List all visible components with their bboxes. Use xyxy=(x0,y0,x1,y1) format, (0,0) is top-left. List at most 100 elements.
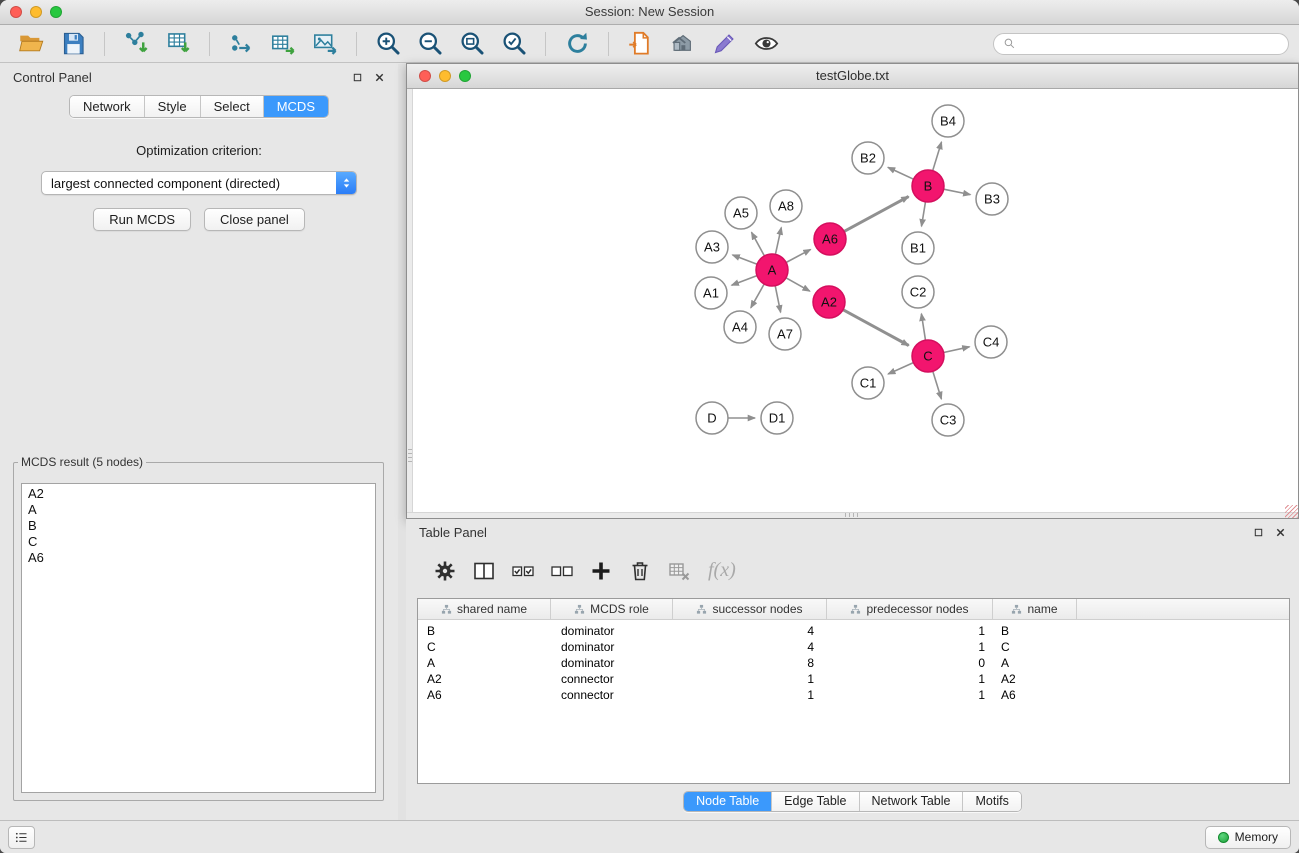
graph-edge-A-A3[interactable] xyxy=(733,255,758,264)
tab-network[interactable]: Network xyxy=(70,96,145,117)
tab-style[interactable]: Style xyxy=(145,96,201,117)
table-row[interactable]: Cdominator41C xyxy=(418,639,1289,655)
tab-motifs[interactable]: Motifs xyxy=(963,792,1020,811)
graph-edge-C-C2[interactable] xyxy=(921,314,925,341)
zoom-out-icon[interactable] xyxy=(414,29,446,59)
column-header-name[interactable]: name xyxy=(993,599,1077,619)
export-network-icon[interactable] xyxy=(225,29,257,59)
add-column-icon[interactable] xyxy=(586,556,616,586)
resize-grip-left[interactable] xyxy=(408,449,412,465)
graph-node-A2[interactable]: A2 xyxy=(813,286,845,318)
graph-edge-A-A6[interactable] xyxy=(786,249,811,262)
zoom-selected-icon[interactable] xyxy=(498,29,530,59)
mcds-result-list[interactable]: A2ABCA6 xyxy=(21,483,376,793)
tab-select[interactable]: Select xyxy=(201,96,264,117)
delete-column-icon[interactable] xyxy=(625,556,655,586)
graph-node-A4[interactable]: A4 xyxy=(724,311,756,343)
graph-node-D[interactable]: D xyxy=(696,402,728,434)
column-header-predecessor-nodes[interactable]: predecessor nodes xyxy=(827,599,993,619)
control-panel-float-icon[interactable] xyxy=(352,72,363,83)
graph-edge-B-B1[interactable] xyxy=(922,202,926,227)
graph-edge-C-C1[interactable] xyxy=(888,363,913,374)
import-table-icon[interactable] xyxy=(162,29,194,59)
column-header-mcds-role[interactable]: MCDS role xyxy=(551,599,673,619)
graph-edge-A-A4[interactable] xyxy=(751,284,764,308)
graph-node-C1[interactable]: C1 xyxy=(852,367,884,399)
graph-node-A7[interactable]: A7 xyxy=(769,318,801,350)
graph-edge-B-B4[interactable] xyxy=(933,142,942,171)
save-icon[interactable] xyxy=(57,29,89,59)
network-canvas[interactable]: B4B2BB3A5A8A6B1A3AC2A1A2A4A7C4CC1C3DD1 xyxy=(407,89,1298,518)
open-folder-icon[interactable] xyxy=(15,29,47,59)
zoom-fit-icon[interactable] xyxy=(456,29,488,59)
table-row[interactable]: A2connector11A2 xyxy=(418,671,1289,687)
graph-edge-B-B2[interactable] xyxy=(888,167,914,179)
home-icon[interactable] xyxy=(666,29,698,59)
table-panel-float-icon[interactable] xyxy=(1253,527,1264,538)
tab-node-table[interactable]: Node Table xyxy=(684,792,772,811)
table-row[interactable]: Adominator80A xyxy=(418,655,1289,671)
result-item[interactable]: C xyxy=(22,534,375,550)
window-minimize-button[interactable] xyxy=(30,6,42,18)
memory-button[interactable]: Memory xyxy=(1205,826,1291,849)
graph-edge-A-A7[interactable] xyxy=(775,286,780,313)
result-item[interactable]: B xyxy=(22,518,375,534)
deselect-all-checks-icon[interactable] xyxy=(547,556,577,586)
graph-node-B4[interactable]: B4 xyxy=(932,105,964,137)
search-box[interactable] xyxy=(993,33,1289,55)
tab-mcds[interactable]: MCDS xyxy=(264,96,328,117)
zoom-in-icon[interactable] xyxy=(372,29,404,59)
select-all-checks-icon[interactable] xyxy=(508,556,538,586)
graph-node-C2[interactable]: C2 xyxy=(902,276,934,308)
graph-node-A1[interactable]: A1 xyxy=(695,277,727,309)
result-item[interactable]: A xyxy=(22,502,375,518)
table-row[interactable]: Bdominator41B xyxy=(418,623,1289,639)
graph-edge-A2-C[interactable] xyxy=(843,310,909,346)
window-close-button[interactable] xyxy=(10,6,22,18)
network-window-zoom-button[interactable] xyxy=(459,70,471,82)
graph-node-A[interactable]: A xyxy=(756,254,788,286)
graph-node-A3[interactable]: A3 xyxy=(696,231,728,263)
import-network-icon[interactable] xyxy=(120,29,152,59)
resize-grip-bottom[interactable] xyxy=(845,513,861,517)
graph-node-A5[interactable]: A5 xyxy=(725,197,757,229)
network-window-minimize-button[interactable] xyxy=(439,70,451,82)
graph-edge-C-C3[interactable] xyxy=(933,371,942,399)
network-graph[interactable]: B4B2BB3A5A8A6B1A3AC2A1A2A4A7C4CC1C3DD1 xyxy=(407,89,1298,518)
result-item[interactable]: A2 xyxy=(22,486,375,502)
export-image-icon[interactable] xyxy=(309,29,341,59)
graph-node-B1[interactable]: B1 xyxy=(902,232,934,264)
search-input[interactable] xyxy=(1020,35,1282,53)
export-table-icon[interactable] xyxy=(267,29,299,59)
graph-node-C4[interactable]: C4 xyxy=(975,326,1007,358)
graph-edge-A-A2[interactable] xyxy=(786,278,810,291)
graph-node-B2[interactable]: B2 xyxy=(852,142,884,174)
tab-network-table[interactable]: Network Table xyxy=(860,792,964,811)
graph-node-A6[interactable]: A6 xyxy=(814,223,846,255)
graph-edge-A-A8[interactable] xyxy=(775,228,781,255)
column-header-shared-name[interactable]: shared name xyxy=(418,599,551,619)
split-columns-icon[interactable] xyxy=(469,556,499,586)
control-panel-close-icon[interactable] xyxy=(374,72,385,83)
optimization-criterion-select[interactable]: largest connected component (directed) xyxy=(41,171,357,195)
graph-edge-C-C4[interactable] xyxy=(944,347,970,353)
graph-node-B3[interactable]: B3 xyxy=(976,183,1008,215)
resize-corner[interactable] xyxy=(1285,505,1298,518)
window-zoom-button[interactable] xyxy=(50,6,62,18)
status-menu-button[interactable] xyxy=(8,826,35,849)
graph-edge-A6-B[interactable] xyxy=(844,197,909,232)
refresh-icon[interactable] xyxy=(561,29,593,59)
settings-gear-icon[interactable] xyxy=(430,556,460,586)
graph-edge-B-B3[interactable] xyxy=(944,189,971,194)
network-window-titlebar[interactable]: testGlobe.txt xyxy=(407,64,1298,89)
result-item[interactable]: A6 xyxy=(22,550,375,566)
annotations-icon[interactable] xyxy=(708,29,740,59)
open-document-icon[interactable] xyxy=(624,29,656,59)
show-details-eye-icon[interactable] xyxy=(750,29,782,59)
run-mcds-button[interactable]: Run MCDS xyxy=(93,208,191,231)
tab-edge-table[interactable]: Edge Table xyxy=(772,792,859,811)
table-panel-close-icon[interactable] xyxy=(1275,527,1286,538)
network-window-close-button[interactable] xyxy=(419,70,431,82)
graph-node-A8[interactable]: A8 xyxy=(770,190,802,222)
graph-edge-A-A5[interactable] xyxy=(752,232,765,256)
